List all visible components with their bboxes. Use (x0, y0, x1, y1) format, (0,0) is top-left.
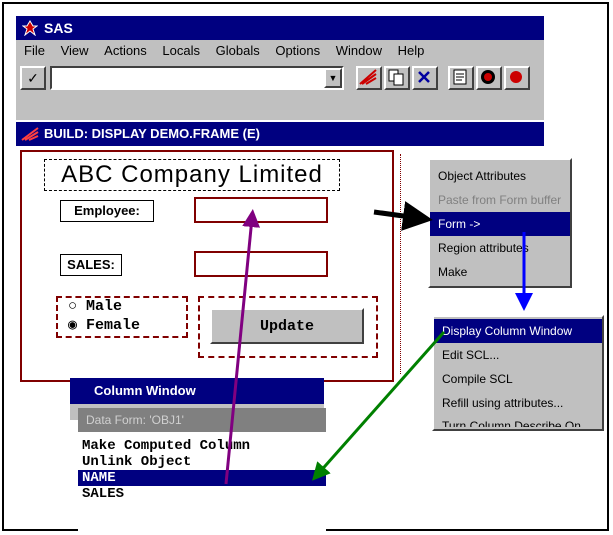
radio-checked-icon: ◉ (68, 317, 78, 334)
build-window-icon (21, 127, 39, 141)
app-title: SAS (44, 20, 73, 36)
menu-display-column-window[interactable]: Display Column Window (434, 319, 602, 343)
menu-compile-scl[interactable]: Compile SCL (434, 367, 602, 391)
build-icon (359, 69, 377, 85)
company-title-text[interactable]: ABC Company Limited (44, 159, 340, 191)
close-icon (418, 71, 430, 83)
build-window-title-bar: BUILD: DISPLAY DEMO.FRAME (E) (16, 122, 544, 146)
menu-view[interactable]: View (61, 43, 89, 58)
chevron-down-icon: ▼ (328, 73, 338, 83)
menu-paste-from-form-buffer: Paste from Form buffer (438, 193, 562, 207)
menu-region-attributes[interactable]: Region attributes (430, 236, 570, 260)
menu-globals[interactable]: Globals (216, 43, 260, 58)
column-list-header: Data Form: 'OBJ1' (78, 408, 326, 432)
radio-male[interactable]: ○ Male (68, 298, 122, 316)
copy-button[interactable] (384, 66, 410, 90)
copy-icon (388, 69, 404, 86)
stop-button[interactable] (476, 66, 502, 90)
menu-make[interactable]: Make (430, 260, 570, 284)
menu-actions[interactable]: Actions (104, 43, 147, 58)
menu-form[interactable]: Form -> (430, 212, 570, 236)
menu-edit-scl[interactable]: Edit SCL... (434, 343, 602, 367)
sales-label: SALES: (60, 254, 122, 276)
properties-button[interactable] (448, 66, 474, 90)
stop-icon (481, 70, 495, 84)
build-window-title: BUILD: DISPLAY DEMO.FRAME (E) (44, 126, 260, 141)
delete-button[interactable] (412, 66, 438, 90)
column-window-title-bar: Column Window (70, 378, 324, 404)
run-icon (510, 71, 522, 83)
run-button[interactable] (504, 66, 530, 90)
column-window-list: Data Form: 'OBJ1' Make Computed Column U… (78, 408, 326, 534)
toolbar: ✓ ▼ (16, 62, 544, 120)
column-window-title: Column Window (94, 383, 196, 398)
menu-bar: File View Actions Locals Globals Options… (16, 40, 544, 62)
column-item-sales[interactable]: SALES (78, 486, 326, 502)
menu-window[interactable]: Window (336, 43, 382, 58)
column-item-unlink-object[interactable]: Unlink Object (78, 454, 326, 470)
sales-input[interactable] (194, 251, 328, 277)
command-combobox[interactable]: ▼ (50, 66, 344, 90)
workspace-divider (400, 154, 401, 374)
menu-options[interactable]: Options (275, 43, 320, 58)
company-title: ABC Company Limited (61, 161, 323, 188)
menu-refill-using-attributes[interactable]: Refill using attributes... (434, 391, 602, 415)
column-list-header-text: Data Form: 'OBJ1' (86, 413, 184, 427)
check-button[interactable]: ✓ (20, 66, 46, 90)
screenshot-frame: SAS File View Actions Locals Globals Opt… (2, 2, 609, 534)
menu-help[interactable]: Help (398, 43, 425, 58)
radio-female[interactable]: ◉ Female (68, 317, 140, 335)
radio-unchecked-icon: ○ (68, 298, 78, 315)
employee-input[interactable] (194, 197, 328, 223)
document-icon (453, 69, 467, 85)
sas-logo-icon (22, 20, 38, 36)
menu-object-attributes[interactable]: Object Attributes (430, 164, 570, 188)
combo-dropdown-button[interactable]: ▼ (324, 68, 342, 88)
column-item-make-computed[interactable]: Make Computed Column (78, 438, 326, 454)
radio-male-label: Male (86, 298, 123, 315)
employee-label: Employee: (60, 200, 154, 222)
column-item-name[interactable]: NAME (78, 470, 326, 486)
build-tool-button[interactable] (356, 66, 382, 90)
menu-file[interactable]: File (24, 43, 45, 58)
sales-label-text: SALES: (67, 257, 115, 272)
menu-locals[interactable]: Locals (162, 43, 200, 58)
context-menu-form: Display Column Window Edit SCL... Compil… (432, 315, 604, 431)
radio-female-label: Female (86, 317, 141, 334)
update-button-label: Update (259, 318, 314, 335)
update-button[interactable]: Update (210, 308, 364, 344)
sas-title-bar: SAS (16, 16, 544, 40)
menu-turn-column-describe-on[interactable]: Turn Column Describe On (434, 415, 602, 427)
context-menu-object: Object Attributes Paste from Form buffer… (428, 158, 572, 288)
employee-label-text: Employee: (74, 203, 140, 218)
check-icon: ✓ (27, 70, 39, 86)
